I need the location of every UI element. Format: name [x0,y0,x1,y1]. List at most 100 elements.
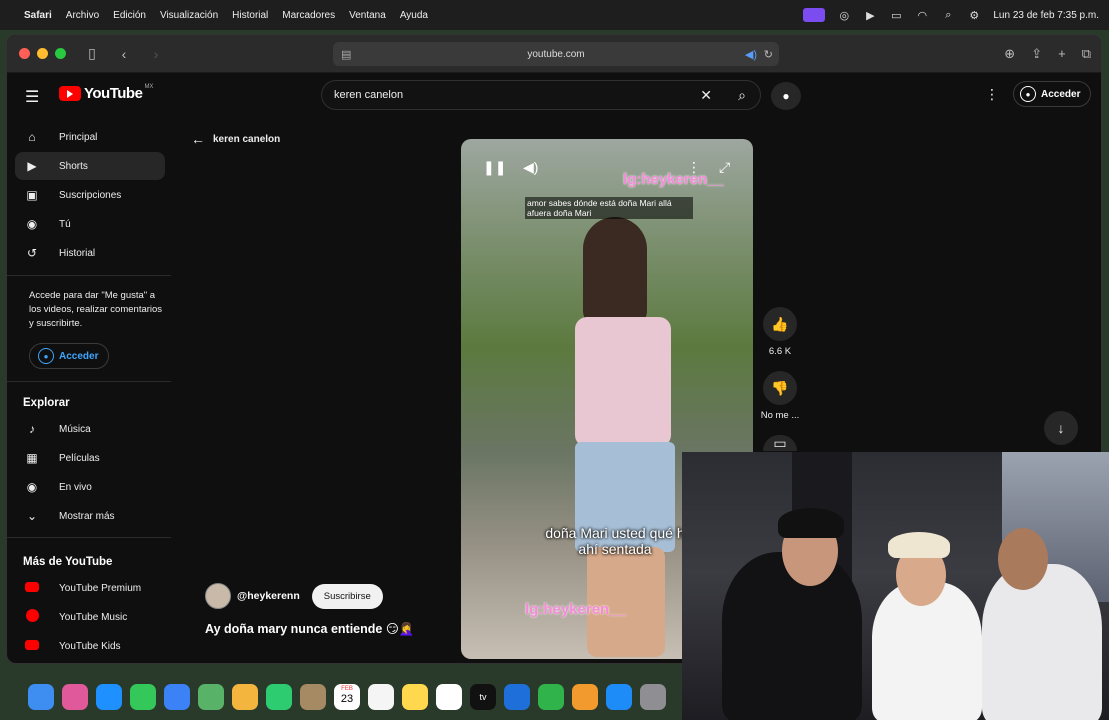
address-bar[interactable]: ▤ youtube.com ◀) ↻ [333,42,779,66]
sidebar-item-label: Historial [59,247,96,259]
youtube-logo-text: YouTube [84,85,143,102]
sidebar-signin-button[interactable]: ● Acceder [29,343,109,369]
reminders-icon[interactable] [368,684,394,710]
back-nav-icon[interactable]: ‹ [116,46,132,62]
photos-icon[interactable] [232,684,258,710]
messages-icon[interactable] [130,684,156,710]
new-tab-icon[interactable]: + [1058,46,1066,62]
sidebar-item-mostrar-mas[interactable]: ⌄ Mostrar más [15,502,165,530]
launchpad-icon[interactable] [62,684,88,710]
spotlight-search-icon[interactable]: ⌕ [941,9,955,21]
system-settings-icon[interactable] [640,684,666,710]
freeform-icon[interactable] [436,684,462,710]
minimize-window-button[interactable] [37,48,48,59]
video-subject [561,217,681,657]
search-value[interactable]: keren canelon [334,89,403,101]
mail-icon[interactable] [164,684,190,710]
browser-toolbar: ▯ ‹ › ▤ youtube.com ◀) ↻ ⊕ ⇪ + ⧉ [7,35,1101,73]
control-center-icon[interactable]: ⚙ [967,9,981,22]
calendar-icon[interactable]: FEB 23 [334,684,360,710]
youtube-header: ☰ YouTube MX keren canelon ✕ ⌕ ● ⋮ ● Acc… [7,73,1101,117]
sidebar-item-tu[interactable]: ◉ Tú [15,210,165,238]
sidebar-item-label: En vivo [59,481,92,493]
keynote-icon[interactable] [504,684,530,710]
sidebar-item-suscripciones[interactable]: ▣ Suscripciones [15,181,165,209]
voice-search-button[interactable]: ● [771,82,801,110]
forward-nav-icon[interactable]: › [148,46,164,62]
person-right-head [998,528,1048,590]
sidebar-item-youtube-premium[interactable]: YouTube Premium [15,574,165,602]
menu-item-archivo[interactable]: Archivo [66,10,99,21]
finder-icon[interactable] [28,684,54,710]
maps-icon[interactable] [198,684,224,710]
next-short-button[interactable]: ↓ [1044,411,1078,445]
facetime-icon[interactable] [266,684,292,710]
video-title[interactable]: Ay doña mary nunca entiende 😏🤦‍♀️ [205,621,414,637]
share-icon[interactable]: ⇪ [1031,46,1042,62]
sidebar-item-shorts[interactable]: ▶ Shorts [15,152,165,180]
sidebar-item-youtube-music[interactable]: YouTube Music [15,603,165,631]
app-store-icon[interactable] [606,684,632,710]
sidebar-item-youtube-kids[interactable]: YouTube Kids [15,632,165,660]
menu-item-ayuda[interactable]: Ayuda [400,10,428,21]
account-icon: ● [1020,86,1036,102]
numbers-icon[interactable] [538,684,564,710]
sidebar-toggle-icon[interactable]: ▯ [84,45,100,62]
sidebar-item-historial[interactable]: ↺ Historial [15,239,165,267]
audio-playing-icon[interactable]: ◀) [745,48,757,61]
menu-item-visualizacion[interactable]: Visualización [160,10,218,21]
reload-icon[interactable]: ↻ [764,48,773,61]
sidebar-item-en-vivo[interactable]: ◉ En vivo [15,473,165,501]
zoom-window-button[interactable] [55,48,66,59]
vpn-icon[interactable]: ◎ [837,9,851,22]
mac-dock: FEB 23 tv [28,677,666,717]
search-icon[interactable]: ⌕ [738,87,746,104]
channel-name[interactable]: @heykerenn [237,590,300,602]
volume-icon[interactable]: ◀) [523,159,538,176]
page-menu-icon[interactable]: ▤ [341,48,351,61]
tv-icon[interactable]: tv [470,684,496,710]
signin-button[interactable]: ● Acceder [1013,81,1091,107]
calendar-day: 23 [340,693,354,705]
account-icon: ● [38,348,54,364]
menu-item-marcadores[interactable]: Marcadores [282,10,335,21]
downloads-icon[interactable]: ⊕ [1004,46,1015,62]
contacts-icon[interactable] [300,684,326,710]
comments-button[interactable]: ▭ [763,435,797,451]
screen-recording-icon[interactable] [803,8,826,22]
url-text[interactable]: youtube.com [527,49,584,60]
person-left-cap [778,508,844,538]
back-to-search-button[interactable]: ← keren canelon [191,131,280,147]
thumbs-down-icon: 👎 [771,379,789,396]
more-youtube-heading: Más de YouTube [23,556,113,568]
clear-search-icon[interactable]: ✕ [700,87,712,104]
hamburger-menu-icon[interactable]: ☰ [25,87,39,107]
close-window-button[interactable] [19,48,30,59]
like-button[interactable]: 👍 [763,307,797,341]
youtube-logo[interactable]: YouTube MX [59,84,153,102]
battery-icon[interactable]: ▭ [889,9,903,22]
menu-datetime[interactable]: Lun 23 de feb 7:35 p.m. [993,10,1099,21]
sidebar-item-musica[interactable]: ♪ Música [15,415,165,443]
pages-icon[interactable] [572,684,598,710]
sidebar-item-label: Shorts [59,160,88,172]
pause-icon[interactable]: ❚❚ [483,159,506,176]
subscribe-button[interactable]: Suscribirse [311,583,383,609]
sidebar-item-peliculas[interactable]: ▦ Películas [15,444,165,472]
safari-icon[interactable] [96,684,122,710]
menu-item-ventana[interactable]: Ventana [349,10,386,21]
wifi-icon[interactable]: ◠ [915,9,929,22]
tab-overview-icon[interactable]: ⧉ [1082,46,1091,62]
dislike-button[interactable]: 👎 [763,371,797,405]
menu-item-edicion[interactable]: Edición [113,10,146,21]
more-options-icon[interactable]: ⋮ [985,86,999,103]
notes-icon[interactable] [402,684,428,710]
sidebar-divider [7,381,171,382]
menu-app-name[interactable]: Safari [24,10,52,21]
menu-item-historial[interactable]: Historial [232,10,268,21]
avatar[interactable] [205,583,231,609]
play-status-icon[interactable]: ▶ [863,9,877,22]
microphone-icon: ● [782,89,790,103]
sidebar-item-principal[interactable]: ⌂ Principal [15,123,165,151]
search-input[interactable]: keren canelon ✕ ⌕ [321,80,761,110]
